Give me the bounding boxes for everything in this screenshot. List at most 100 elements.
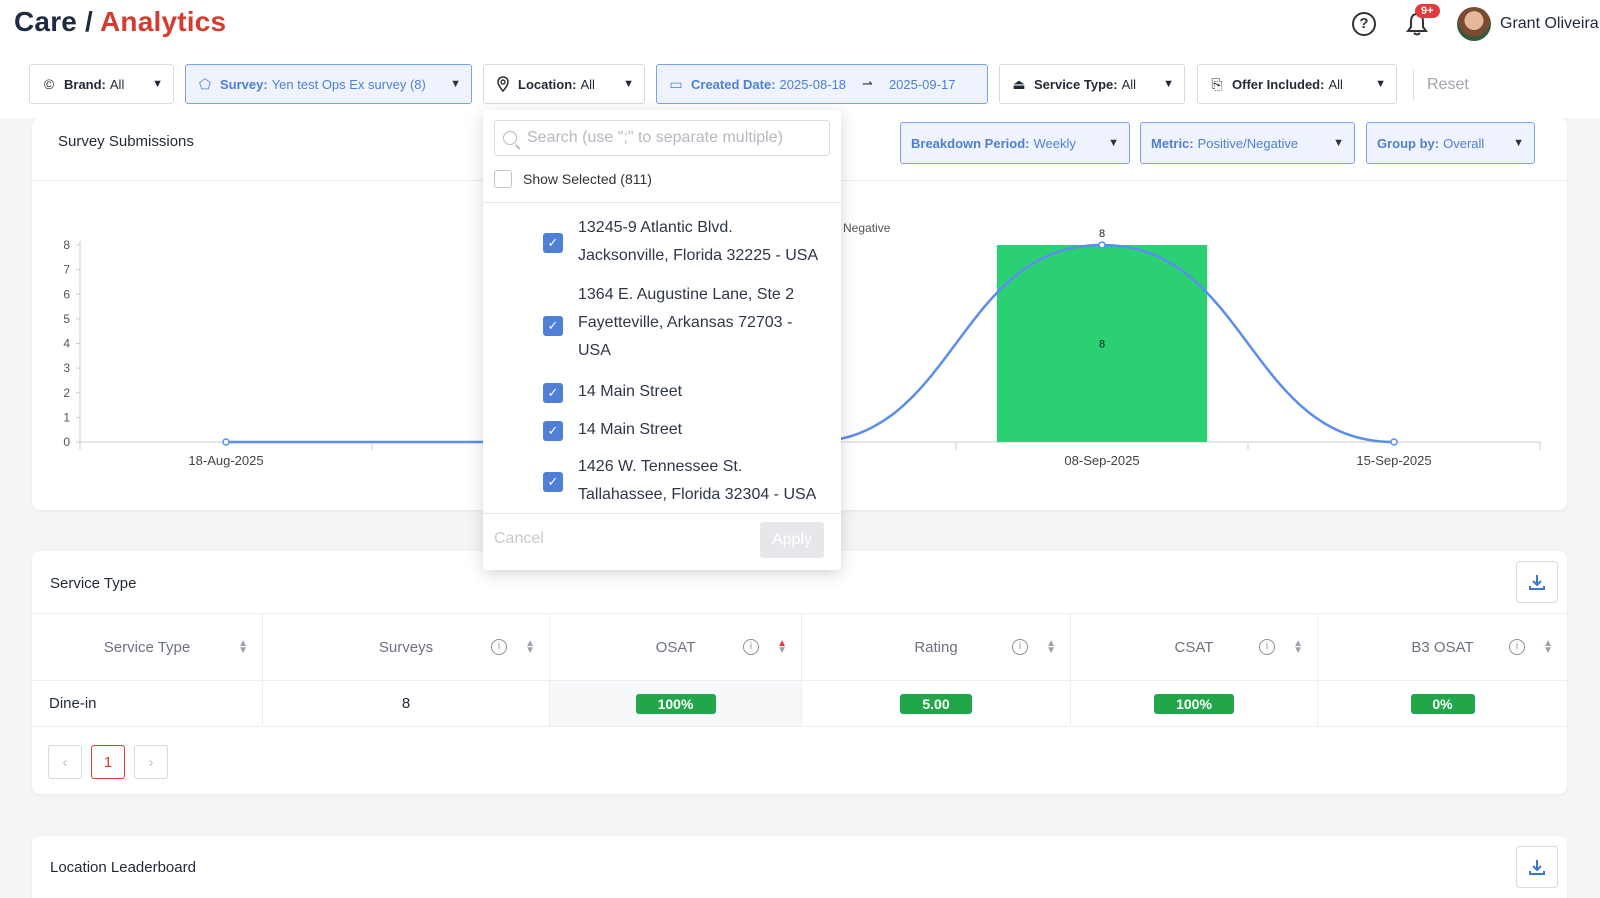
- offer-included-filter[interactable]: ⎘ Offer Included: All ▼: [1197, 64, 1397, 104]
- search-placeholder: Search (use ";" to separate multiple): [527, 129, 783, 146]
- download-button[interactable]: [1516, 846, 1558, 888]
- location-line: Fayetteville, Arkansas 72703 -: [578, 314, 793, 331]
- col-header-osat[interactable]: OSAT i ▲ ▼: [550, 613, 802, 681]
- created-date-from[interactable]: 2025-08-18: [780, 77, 847, 92]
- location-option[interactable]: 14 Main Street: [578, 416, 868, 444]
- info-icon[interactable]: i: [1012, 639, 1028, 655]
- location-option[interactable]: 14 Main Street: [578, 378, 868, 406]
- location-filter[interactable]: Location: All ▼: [483, 64, 645, 104]
- survey-filter-value: Yen test Ops Ex survey (8): [271, 76, 426, 92]
- location-line: USA: [578, 342, 611, 359]
- service-type-filter-label: Service Type:: [1034, 76, 1118, 92]
- col-header-b3-osat[interactable]: B3 OSAT i ▲ ▼: [1318, 613, 1567, 681]
- col-label: OSAT: [655, 638, 696, 656]
- chevron-down-icon: ▼: [450, 78, 461, 90]
- breakdown-period-value: Weekly: [1033, 135, 1076, 151]
- location-search-input[interactable]: Search (use ";" to separate multiple): [494, 120, 830, 156]
- created-date-to[interactable]: 2025-09-17: [889, 77, 956, 92]
- y-tick-label: 1: [63, 410, 70, 424]
- location-checkbox[interactable]: ✓: [543, 316, 563, 336]
- prev-page-button[interactable]: ‹: [48, 745, 82, 779]
- location-option[interactable]: 1426 W. Tennessee St. Tallahassee, Flori…: [578, 453, 868, 509]
- next-page-button[interactable]: ›: [134, 745, 168, 779]
- y-tick-label: 4: [63, 337, 70, 351]
- sort-icon[interactable]: ▲ ▼: [1046, 639, 1056, 656]
- location-checkbox[interactable]: ✓: [543, 421, 563, 441]
- created-date-filter[interactable]: ▭ Created Date: 2025-08-18 ⇀ 2025-09-17: [656, 64, 988, 104]
- brand-filter[interactable]: © Brand: All ▼: [29, 64, 174, 104]
- sort-icon[interactable]: ▲ ▼: [777, 639, 787, 656]
- show-selected-checkbox[interactable]: [494, 170, 512, 188]
- metric-value: Positive/Negative: [1197, 135, 1299, 151]
- location-checkbox[interactable]: ✓: [543, 472, 563, 492]
- location-option[interactable]: 1364 E. Augustine Lane, Ste 2 Fayettevil…: [578, 281, 868, 365]
- sort-icon[interactable]: ▲ ▼: [525, 639, 535, 656]
- col-header-service-type[interactable]: Service Type ▲ ▼: [32, 613, 263, 681]
- location-pin-icon: [497, 76, 509, 93]
- created-date-label: Created Date:: [691, 76, 776, 92]
- cancel-button[interactable]: Cancel: [494, 530, 544, 548]
- service-type-filter-value: All: [1121, 76, 1137, 92]
- y-tick-label: 6: [63, 287, 70, 301]
- b3-osat-badge: 0%: [1410, 693, 1475, 714]
- reset-button[interactable]: Reset: [1427, 76, 1469, 94]
- location-option[interactable]: 13245-9 Atlantic Blvd. Jacksonville, Flo…: [578, 214, 868, 270]
- survey-submissions-title: Survey Submissions: [58, 133, 194, 150]
- metric-select[interactable]: Metric: Positive/Negative ▼: [1140, 122, 1355, 164]
- sort-icon[interactable]: ▲ ▼: [238, 639, 248, 656]
- info-icon[interactable]: i: [743, 639, 759, 655]
- group-by-label: Group by:: [1377, 135, 1440, 151]
- show-selected-toggle[interactable]: Show Selected (811): [494, 170, 652, 188]
- location-line: 13245-9 Atlantic Blvd.: [578, 219, 733, 236]
- table-cell-b3-osat: 0%: [1318, 681, 1567, 727]
- title-sub: Analytics: [99, 6, 227, 37]
- apply-button[interactable]: Apply: [760, 522, 824, 558]
- download-button[interactable]: [1516, 561, 1558, 603]
- location-line: 1364 E. Augustine Lane, Ste 2: [578, 286, 795, 303]
- arrow-right-icon: ⇀: [862, 76, 873, 91]
- location-line: Tallahassee, Florida 32304 - USA: [578, 486, 817, 503]
- breakdown-period-select[interactable]: Breakdown Period: Weekly ▼: [900, 122, 1130, 164]
- metric-label: Metric:: [1151, 135, 1194, 151]
- page-1-button[interactable]: 1: [91, 745, 125, 779]
- service-bell-icon: ⏏: [1012, 75, 1026, 92]
- info-icon[interactable]: i: [1509, 639, 1525, 655]
- service-type-filter[interactable]: ⏏ Service Type: All ▼: [999, 64, 1185, 104]
- sort-icon[interactable]: ▲ ▼: [1293, 639, 1303, 656]
- info-icon[interactable]: i: [491, 639, 507, 655]
- osat-badge: 100%: [635, 693, 716, 714]
- chevron-down-icon: ▼: [1163, 78, 1174, 90]
- breakdown-period-label: Breakdown Period:: [911, 135, 1030, 151]
- avatar[interactable]: [1457, 7, 1491, 41]
- filter-divider: [1413, 70, 1414, 100]
- location-line: 14 Main Street: [578, 383, 683, 400]
- user-name[interactable]: Grant Oliveira: [1500, 15, 1599, 33]
- pentagon-icon: ⬠: [198, 75, 212, 92]
- col-label: B3 OSAT: [1411, 638, 1474, 656]
- table-cell-osat: 100%: [550, 681, 802, 727]
- x-tick-label: 18-Aug-2025: [188, 453, 263, 468]
- bar-data-label: 8: [1099, 339, 1105, 351]
- help-icon[interactable]: ?: [1352, 12, 1376, 36]
- chart-line-point: [1098, 241, 1106, 249]
- location-filter-value: All: [580, 76, 595, 92]
- table-cell-surveys: 8: [263, 681, 550, 727]
- chevron-down-icon: ▼: [152, 78, 163, 90]
- group-by-select[interactable]: Group by: Overall ▼: [1366, 122, 1535, 164]
- survey-filter[interactable]: ⬠ Survey: Yen test Ops Ex survey (8) ▼: [185, 64, 472, 104]
- title-main: Care /: [14, 6, 94, 37]
- col-header-rating[interactable]: Rating i ▲ ▼: [802, 613, 1071, 681]
- table-cell-csat: 100%: [1071, 681, 1318, 727]
- copyright-icon: ©: [43, 76, 55, 92]
- line-data-label: 8: [1099, 228, 1105, 240]
- col-header-surveys[interactable]: Surveys i ▲ ▼: [263, 613, 550, 681]
- location-checkbox[interactable]: ✓: [543, 383, 563, 403]
- location-checkbox[interactable]: ✓: [543, 233, 563, 253]
- y-tick-label: 8: [63, 238, 70, 252]
- sort-icon[interactable]: ▲ ▼: [1543, 639, 1553, 656]
- info-icon[interactable]: i: [1259, 639, 1275, 655]
- location-dropdown: Search (use ";" to separate multiple) Sh…: [483, 110, 841, 570]
- col-header-csat[interactable]: CSAT i ▲ ▼: [1071, 613, 1318, 681]
- brand-filter-label: Brand:: [64, 76, 106, 92]
- table-cell-rating: 5.00: [802, 681, 1071, 727]
